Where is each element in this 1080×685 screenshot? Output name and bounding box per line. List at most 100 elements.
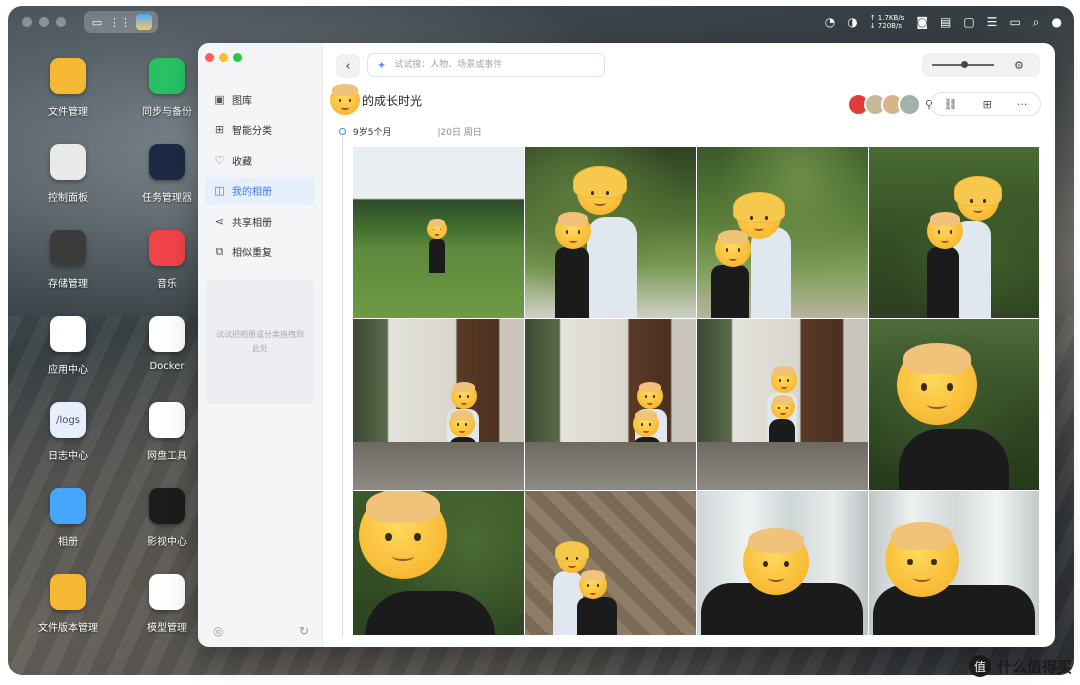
face-emoji [449,410,475,437]
album-title-row: 的成长时光 [330,83,422,117]
back-button[interactable]: ‹ [336,54,360,78]
face-emoji [427,218,447,239]
list-icon[interactable]: ▤ [940,16,951,28]
monitor-icon[interactable]: ▢ [963,16,974,28]
network-icon[interactable]: ◑ [847,16,857,28]
speed-icon[interactable]: ◔ [825,16,835,28]
desktop-icon[interactable]: 相册 [28,488,108,548]
album-dropzone[interactable]: 试试把相册或分类拖拽到此处 [206,280,314,404]
desktop-icon[interactable]: 音乐 [127,230,207,290]
sync-icon [149,58,185,94]
refresh-icon[interactable]: ↻ [299,624,309,638]
desktop-icon[interactable]: 同步与备份 [127,58,207,118]
desktop-icon[interactable]: 影视中心 [127,488,207,548]
desktop-icon-label: 网盘工具 [147,451,187,462]
user-status-icon[interactable]: ◙ [916,16,928,28]
zoom-button[interactable] [233,53,242,62]
album-title[interactable]: 的成长时光 [362,92,422,109]
close-button[interactable] [205,53,214,62]
photo-thumbnail[interactable] [697,319,868,490]
account-icon[interactable]: ● [1052,16,1062,28]
window-list-icon[interactable]: ▭ [90,16,104,28]
photo-thumbnail[interactable] [353,319,524,490]
zoom-control: ⚙ [922,53,1040,77]
face-emoji [637,382,663,409]
album-icon: ◫ [214,184,225,197]
timeline-marker [339,128,346,135]
desktop-icon-label: 存储管理 [48,279,88,290]
zoom-slider[interactable] [932,61,994,68]
net-down: ↓ 720B/s [869,22,902,30]
member-avatar[interactable] [897,93,921,116]
duplicate-icon: ⧉ [215,244,224,258]
desktop-icon[interactable]: /logs 日志中心 [28,402,108,462]
photo-figure [751,227,791,318]
main-content: ‹ ✦ ⚙ 的成长时光 ⚲ ⛓ ⊞ ··· [322,43,1055,647]
face-emoji [743,527,809,595]
sliders-icon [50,144,86,180]
desktop-icon[interactable]: Docker [127,316,207,372]
photo-thumbnail[interactable] [353,147,524,318]
photo-thumbnail[interactable] [869,491,1039,635]
dot-min[interactable] [39,17,49,27]
sidebar-item-4[interactable]: ⋖ 共享相册 [205,207,315,235]
desktop-icon[interactable]: 文件版本管理 [28,574,108,634]
desktop-icon[interactable]: 任务管理器 [127,144,207,204]
sidebar-nav: ▣ 图库 ⊞ 智能分类 ♡ 收藏 ◫ 我的相册 ⋖ 共享相册 ⧉ 相似重复 [205,85,315,268]
photos-app-icon[interactable] [136,14,152,30]
photo-thumbnail[interactable] [869,319,1039,490]
desktop-icon[interactable]: 存储管理 [28,230,108,290]
sidebar-item-0[interactable]: ▣ 图库 [205,85,315,113]
dot-max[interactable] [56,17,66,27]
desktop-icon-label: 文件版本管理 [38,623,98,634]
desktop-icon-label: 同步与备份 [142,107,192,118]
sidebar-item-3[interactable]: ◫ 我的相册 [205,176,315,205]
search-input[interactable] [392,59,597,71]
photo-figure [587,217,637,318]
tasks-icon[interactable]: ☰ [987,16,998,28]
minimize-button[interactable] [219,53,228,62]
album-members: ⚲ [846,93,933,116]
desktop-icon[interactable]: 控制面板 [28,144,108,204]
photo-thumbnail[interactable] [353,491,524,635]
add-photo-icon[interactable]: ⊞ [983,98,992,111]
sidebar-item-label: 智能分类 [232,126,272,137]
photo-thumbnail[interactable] [525,147,696,318]
sidebar-item-1[interactable]: ⊞ 智能分类 [205,116,315,144]
zoom-slider-knob[interactable] [961,61,968,68]
app-grid-icon[interactable]: ⋮⋮ [109,16,131,28]
view-settings-icon[interactable]: ⚙ [1014,59,1024,72]
timeline-line [342,137,343,637]
search-icon[interactable]: ⌕ [1033,16,1040,28]
desktop-icon-label: 相册 [58,537,78,548]
chevron-left-icon: ‹ [345,58,351,74]
desktop-icon-label: 音乐 [157,279,177,290]
search-box[interactable]: ✦ [367,53,605,77]
smart-category-icon: ⊞ [214,123,225,136]
settings-icon[interactable]: ◎ [213,624,223,638]
dot-close[interactable] [22,17,32,27]
photo-thumbnail[interactable] [525,491,696,635]
sidebar-item-label: 收藏 [232,156,252,168]
desktop-icon[interactable]: 模型管理 [127,574,207,634]
photo-thumbnail[interactable] [869,147,1039,318]
photo-thumbnail[interactable] [697,147,868,318]
chat-icon[interactable]: ▭ [1009,16,1020,28]
face-emoji [451,382,477,409]
photo-figure [577,597,617,635]
desktop-icon[interactable]: 网盘工具 [127,402,207,462]
photo-thumbnail[interactable] [697,491,868,635]
more-icon[interactable]: ··· [1017,98,1028,111]
sidebar-item-2[interactable]: ♡ 收藏 [205,146,315,174]
sidebar-item-label: 我的相册 [232,187,272,198]
desktop-icon[interactable]: 应用中心 [28,316,108,376]
sidebar-item-5[interactable]: ⧉ 相似重复 [205,238,315,266]
photo-figure [711,265,749,318]
desktop-icon-label: 日志中心 [48,451,88,462]
desktop-icon[interactable]: 文件管理 [28,58,108,118]
photo-figure [633,437,661,489]
face-emoji [554,541,590,573]
sidebar-item-label: 共享相册 [232,217,272,229]
photo-thumbnail[interactable] [525,319,696,490]
link-icon[interactable]: ⛓ [944,98,958,111]
